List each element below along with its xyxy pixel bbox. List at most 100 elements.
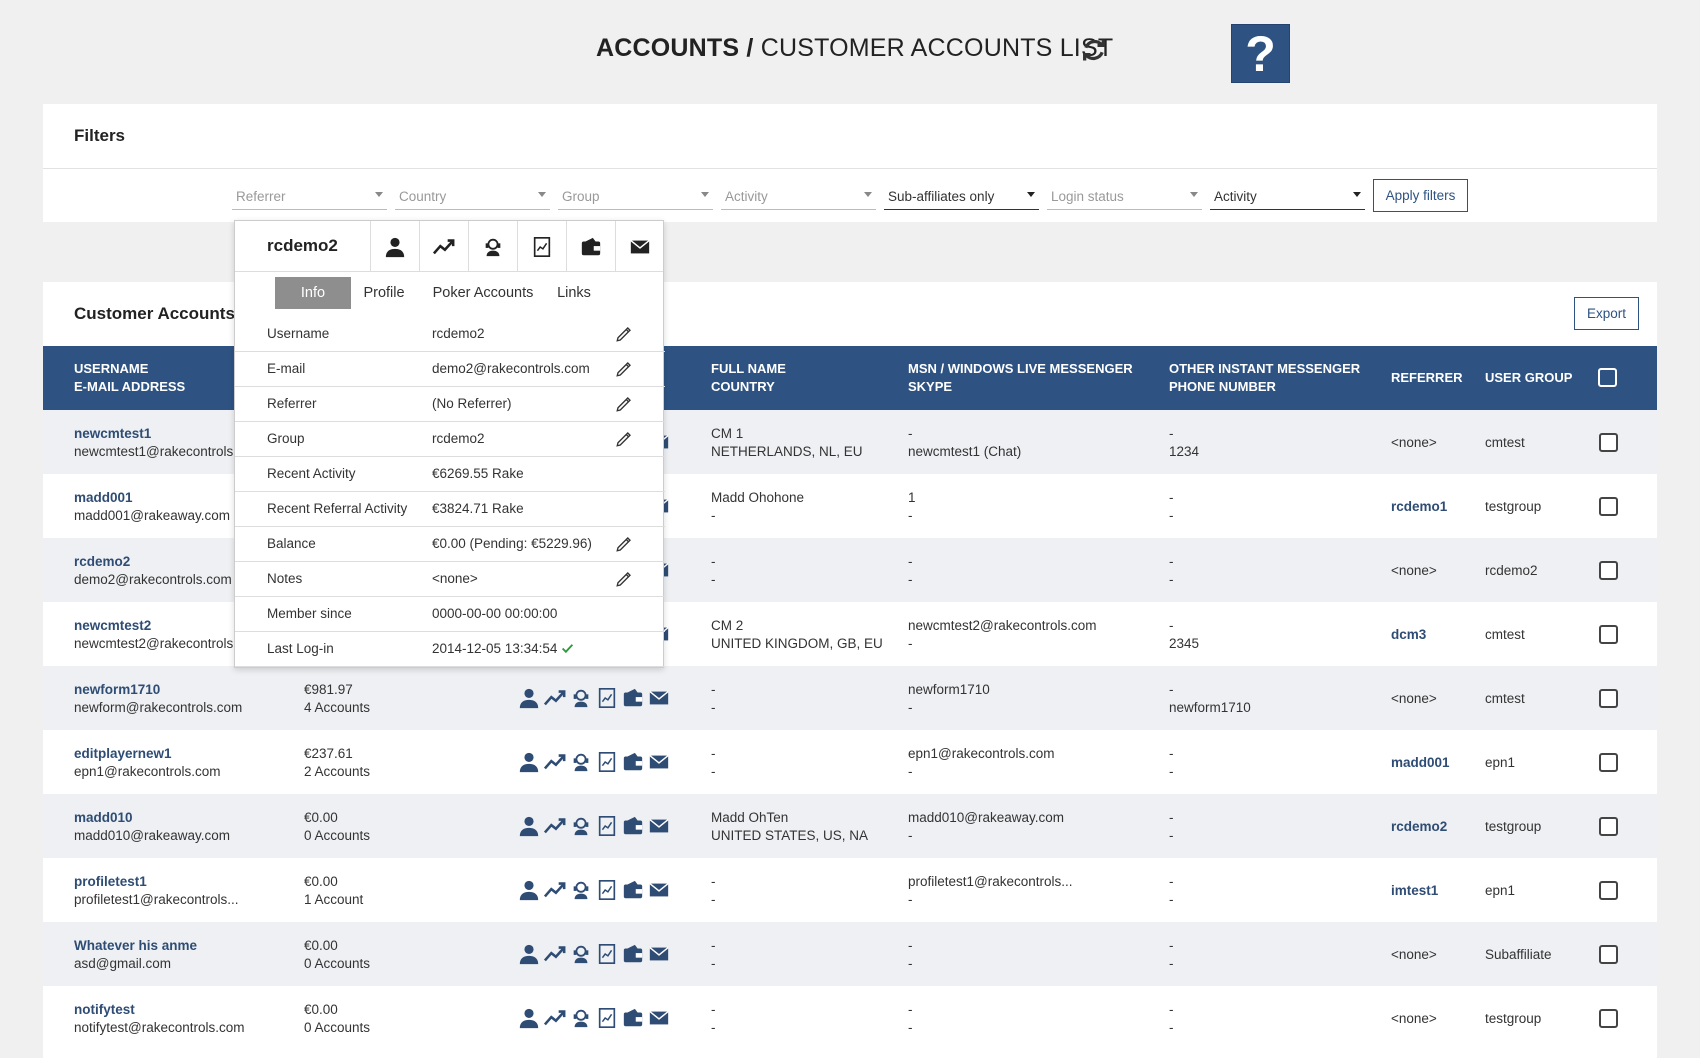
row-referrer[interactable]: rcdemo2: [1391, 819, 1447, 834]
header-user-group[interactable]: USER GROUP: [1485, 369, 1572, 387]
row-username[interactable]: Whatever his anme: [74, 937, 197, 955]
table-row[interactable]: editplayernew1 epn1@rakecontrols.com €237.…: [43, 730, 1657, 794]
header-msn[interactable]: MSN / WINDOWS LIVE MESSENGER SKYPE: [908, 360, 1133, 396]
support-icon[interactable]: [569, 879, 593, 901]
support-icon[interactable]: [569, 687, 593, 709]
subaffiliates-select[interactable]: Sub-affiliates only: [884, 182, 1039, 210]
popup-user-icon[interactable]: [370, 221, 419, 272]
wallet-icon[interactable]: [621, 751, 645, 773]
user-icon[interactable]: [517, 943, 541, 965]
row-username[interactable]: newform1710: [74, 681, 242, 699]
header-fullname[interactable]: FULL NAME COUNTRY: [711, 360, 786, 396]
header-referrer[interactable]: REFERRER: [1391, 369, 1463, 387]
row-referrer[interactable]: madd001: [1391, 755, 1450, 770]
report-icon[interactable]: [595, 879, 619, 901]
login-status-select[interactable]: Login status: [1047, 182, 1202, 210]
row-checkbox[interactable]: [1599, 1009, 1618, 1028]
table-row[interactable]: newform1710 newform@rakecontrols.com €981.…: [43, 666, 1657, 730]
row-username[interactable]: newcmtest1: [74, 425, 233, 443]
table-row[interactable]: madd010 madd010@rakeaway.com €0.00 0 Accoun…: [43, 794, 1657, 858]
support-icon[interactable]: [569, 943, 593, 965]
edit-pencil-icon[interactable]: [615, 535, 633, 553]
header-im[interactable]: OTHER INSTANT MESSENGER PHONE NUMBER: [1169, 360, 1360, 396]
user-icon[interactable]: [517, 879, 541, 901]
edit-pencil-icon[interactable]: [615, 395, 633, 413]
row-checkbox[interactable]: [1599, 817, 1618, 836]
report-icon[interactable]: [595, 943, 619, 965]
activity-sort-select[interactable]: Activity: [1210, 182, 1365, 210]
user-icon[interactable]: [517, 751, 541, 773]
tab-poker-accounts[interactable]: Poker Accounts: [423, 277, 543, 309]
row-referrer[interactable]: imtest1: [1391, 883, 1438, 898]
tab-info[interactable]: Info: [275, 277, 351, 309]
export-button[interactable]: Export: [1574, 297, 1639, 330]
wallet-icon[interactable]: [621, 687, 645, 709]
support-icon[interactable]: [569, 815, 593, 837]
row-checkbox[interactable]: [1599, 625, 1618, 644]
row-username[interactable]: madd010: [74, 809, 230, 827]
refresh-icon[interactable]: [1080, 36, 1108, 64]
table-row[interactable]: notifytest notifytest@rakecontrols.com €0.…: [43, 986, 1657, 1050]
header-username[interactable]: USERNAME E-MAIL ADDRESS: [74, 360, 185, 396]
popup-support-icon[interactable]: [468, 221, 517, 272]
report-icon[interactable]: [595, 1007, 619, 1029]
trend-icon[interactable]: [543, 687, 567, 709]
trend-icon[interactable]: [543, 1007, 567, 1029]
row-checkbox[interactable]: [1599, 945, 1618, 964]
trend-icon[interactable]: [543, 943, 567, 965]
row-checkbox[interactable]: [1599, 433, 1618, 452]
report-icon[interactable]: [595, 687, 619, 709]
mail-icon[interactable]: [647, 815, 671, 837]
row-username[interactable]: madd001: [74, 489, 230, 507]
report-icon[interactable]: [595, 815, 619, 837]
user-icon[interactable]: [517, 687, 541, 709]
popup-report-icon[interactable]: [517, 221, 566, 272]
row-checkbox[interactable]: [1599, 497, 1618, 516]
support-icon[interactable]: [569, 1007, 593, 1029]
wallet-icon[interactable]: [621, 879, 645, 901]
mail-icon[interactable]: [647, 1007, 671, 1029]
wallet-icon[interactable]: [621, 943, 645, 965]
user-icon[interactable]: [517, 1007, 541, 1029]
row-username[interactable]: rcdemo2: [74, 553, 232, 571]
table-row[interactable]: profiletest1 profiletest1@rakecontrols...…: [43, 858, 1657, 922]
row-username[interactable]: profiletest1: [74, 873, 239, 891]
wallet-icon[interactable]: [621, 815, 645, 837]
edit-pencil-icon[interactable]: [615, 325, 633, 343]
edit-pencil-icon[interactable]: [615, 430, 633, 448]
wallet-icon[interactable]: [621, 1007, 645, 1029]
mail-icon[interactable]: [647, 687, 671, 709]
row-checkbox[interactable]: [1599, 753, 1618, 772]
mail-icon[interactable]: [647, 879, 671, 901]
user-icon[interactable]: [517, 815, 541, 837]
row-checkbox[interactable]: [1599, 881, 1618, 900]
row-username[interactable]: newcmtest2: [74, 617, 233, 635]
referrer-select[interactable]: Referrer: [232, 182, 387, 210]
popup-mail-icon[interactable]: [615, 221, 664, 272]
trend-icon[interactable]: [543, 751, 567, 773]
edit-pencil-icon[interactable]: [615, 570, 633, 588]
edit-pencil-icon[interactable]: [615, 360, 633, 378]
popup-wallet-icon[interactable]: [566, 221, 615, 272]
table-row[interactable]: Whatever his anme asd@gmail.com €0.00 0 Acc…: [43, 922, 1657, 986]
trend-icon[interactable]: [543, 879, 567, 901]
group-select[interactable]: Group: [558, 182, 713, 210]
activity-select[interactable]: Activity: [721, 182, 876, 210]
trend-icon[interactable]: [543, 815, 567, 837]
row-referrer[interactable]: dcm3: [1391, 627, 1426, 642]
mail-icon[interactable]: [647, 751, 671, 773]
mail-icon[interactable]: [647, 943, 671, 965]
report-icon[interactable]: [595, 751, 619, 773]
help-button[interactable]: ?: [1231, 24, 1290, 83]
popup-stats-icon[interactable]: [419, 221, 468, 272]
row-referrer[interactable]: rcdemo1: [1391, 499, 1447, 514]
row-username[interactable]: notifytest: [74, 1001, 245, 1019]
tab-profile[interactable]: Profile: [355, 277, 413, 309]
tab-links[interactable]: Links: [549, 277, 599, 309]
row-username[interactable]: editplayernew1: [74, 745, 221, 763]
support-icon[interactable]: [569, 751, 593, 773]
apply-filters-button[interactable]: Apply filters: [1373, 179, 1468, 212]
row-checkbox[interactable]: [1599, 561, 1618, 580]
row-checkbox[interactable]: [1599, 689, 1618, 708]
country-select[interactable]: Country: [395, 182, 550, 210]
